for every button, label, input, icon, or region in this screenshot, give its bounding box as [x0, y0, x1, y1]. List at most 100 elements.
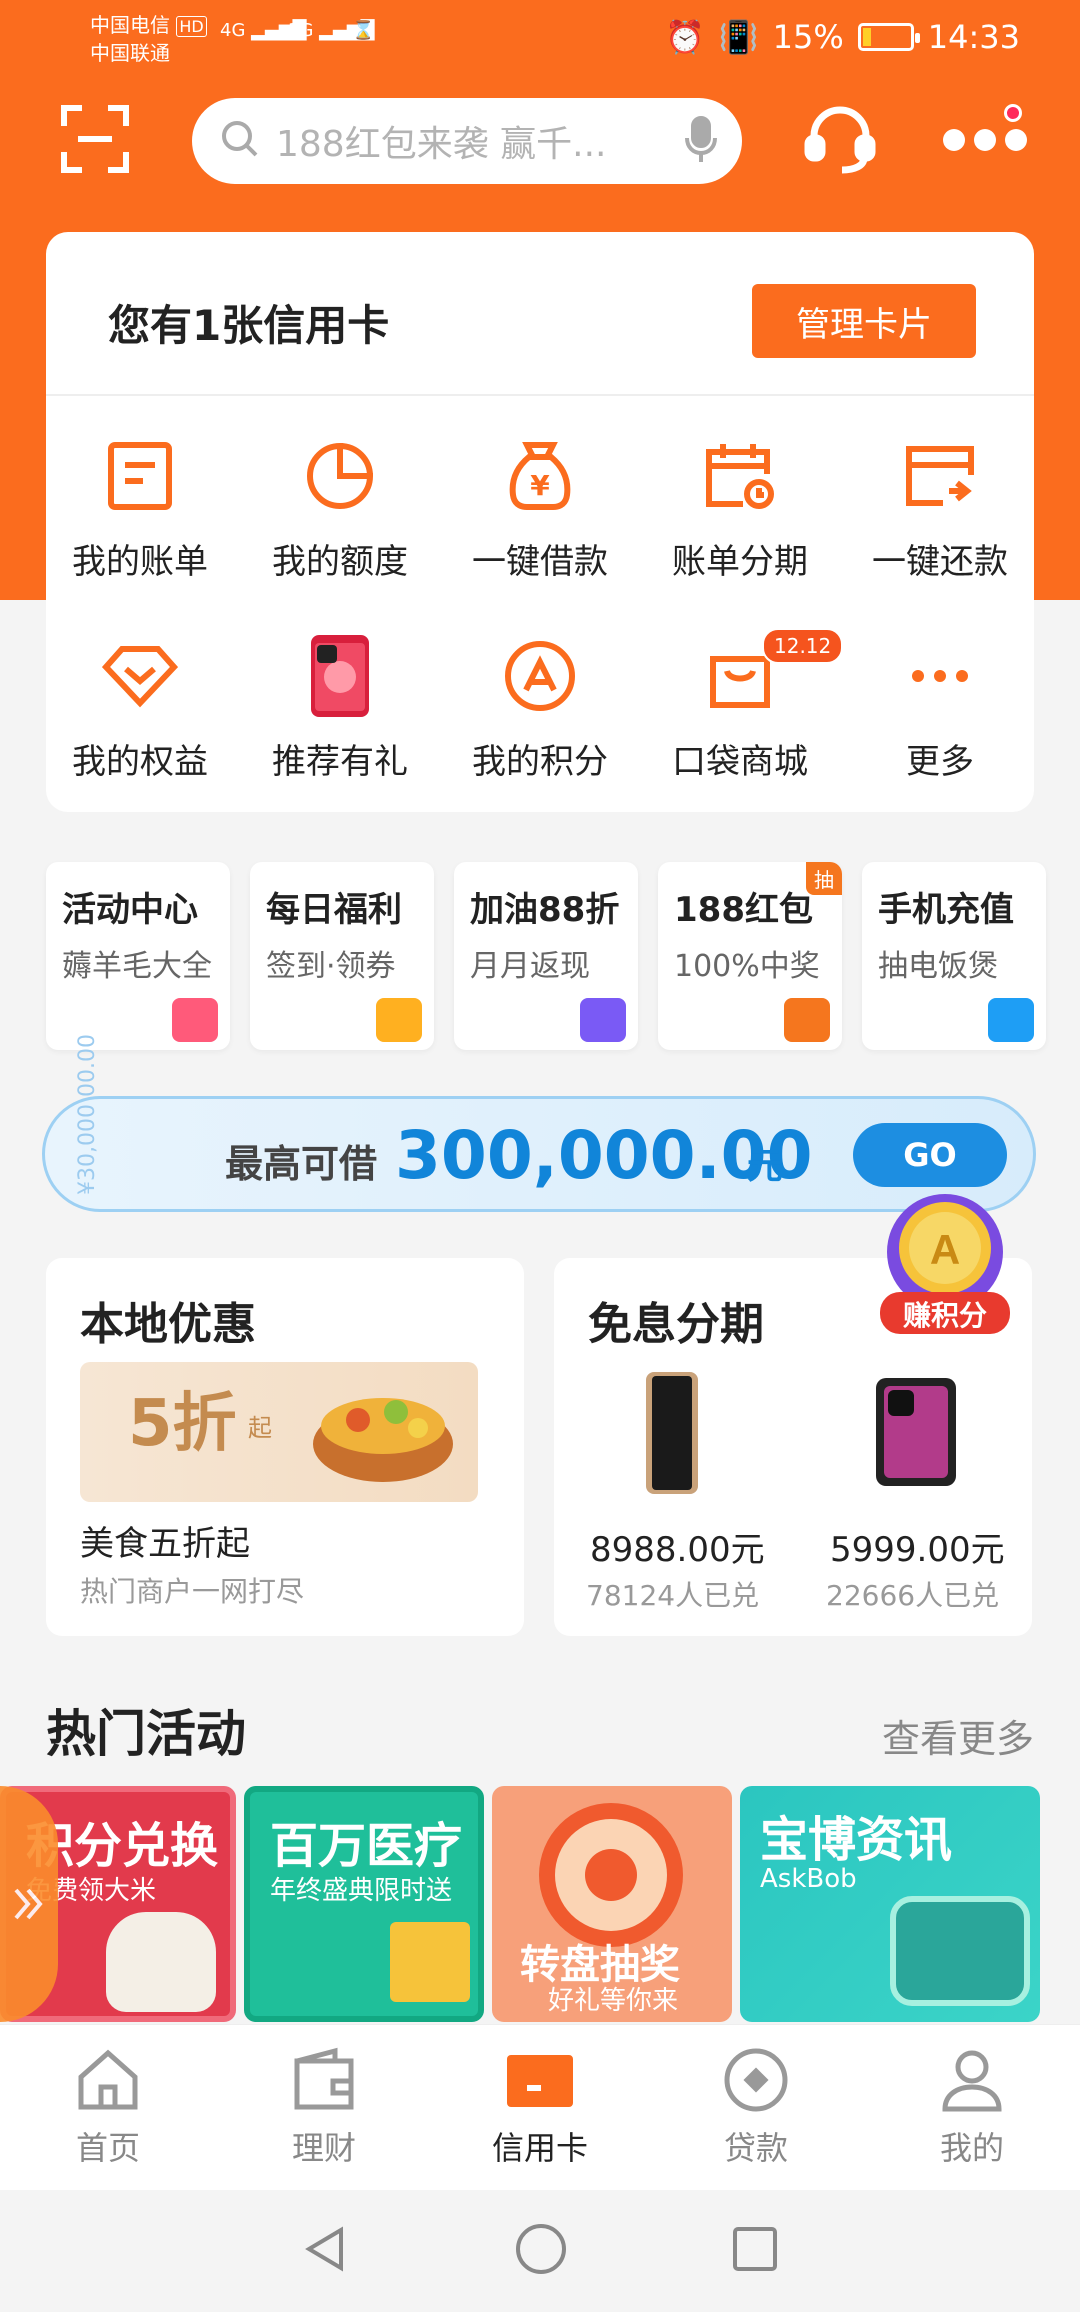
manage-cards-button[interactable]: 管理卡片 [752, 284, 976, 358]
activity-askbob[interactable]: 宝博资讯 AskBob [740, 1786, 1040, 2022]
local-offers-sub: 热门商户一网打尽 [80, 1575, 305, 1608]
nav-credit-card[interactable]: 信用卡 [432, 2025, 648, 2190]
bill-icon [100, 436, 180, 516]
nav-mine[interactable]: 我的 [864, 2025, 1080, 2190]
pie-chart-icon [300, 436, 380, 516]
my-limit-button[interactable]: 我的额度 [240, 436, 440, 583]
more-functions-button[interactable]: 更多 [840, 636, 1040, 783]
wheel-icon [536, 1800, 686, 1954]
credit-card-icon [505, 2047, 575, 2117]
more-menu-icon[interactable] [940, 120, 1030, 160]
bill-installment-button[interactable]: 账单分期 [640, 436, 840, 583]
iphone-11-icon [874, 1376, 958, 1492]
alarm-icon: ⏰ [664, 18, 705, 56]
rice-bag-icon [106, 1912, 216, 2012]
divider [46, 394, 1034, 396]
local-offers-card[interactable]: 本地优惠 5折 起 美食五折起 热门商户一网打尽 [46, 1258, 524, 1636]
gift-icon [376, 998, 422, 1042]
recents-icon[interactable] [731, 2225, 779, 2277]
nav-loan[interactable]: 贷款 [648, 2025, 864, 2190]
iphone-xs-icon [644, 1370, 700, 1500]
search-placeholder: 188红包来袭 赢千... [276, 124, 607, 165]
fuel-icon [580, 998, 626, 1042]
bottom-navigation: 首页 理财 信用卡 贷款 我的 [0, 2024, 1080, 2190]
battery-icon [857, 23, 920, 51]
nav-finance[interactable]: 理财 [216, 2025, 432, 2190]
promo-tiles: 活动中心 薅羊毛大全 每日福利 签到·领券 加油88折 月月返现 抽 188红包… [46, 862, 1046, 1050]
calendar-clock-icon [700, 436, 780, 516]
battery-percent: 15% [772, 18, 844, 56]
phone-icon [300, 635, 380, 717]
tile-fuel-discount[interactable]: 加油88折 月月返现 [454, 862, 638, 1050]
home-icon [75, 2047, 141, 2117]
view-more-link[interactable]: 查看更多 [882, 1708, 1034, 1763]
side-expand-tab[interactable] [0, 1786, 58, 2022]
discount-small: 起 [248, 1414, 272, 1442]
microphone-icon[interactable] [684, 116, 718, 168]
installment-title: 免息分期 [588, 1299, 764, 1350]
user-icon [939, 2047, 1005, 2117]
carrier-2: 中国联通 [90, 41, 170, 65]
function-grid-row-1: 我的账单 我的额度 ¥ 一键借款 账单分期 一键还款 [0, 436, 1080, 583]
earn-points-float[interactable]: A 赚积分 [872, 1190, 1018, 1338]
red-packet-icon [784, 998, 830, 1042]
more-dots-icon [900, 636, 980, 716]
notification-dot [1004, 104, 1022, 122]
search-bar[interactable]: 188红包来袭 赢千... [192, 98, 742, 184]
activity-medical[interactable]: 百万医疗 年终盛典限时送 [244, 1786, 484, 2022]
banner-background-text: ¥30,000 00.00 [75, 1034, 100, 1195]
diamond-icon [100, 636, 180, 716]
price-2: 5999.00元 [830, 1530, 1005, 1570]
my-rights-button[interactable]: 我的权益 [40, 636, 240, 783]
hot-activities-title: 热门活动 [46, 1705, 246, 1763]
quick-loan-button[interactable]: ¥ 一键借款 [440, 436, 640, 583]
status-bar: 中国电信 HD 中国联通 4G ▂▄▆█ 3G ▂▄▆█ ⌛ ⏰ 📳 15% 1… [0, 0, 1080, 80]
discount-big: 5折 [128, 1387, 237, 1461]
hourglass-icon: ⌛ [352, 20, 375, 41]
carrier-1: 中国电信 [90, 13, 170, 37]
activity-wheel-lottery[interactable]: 转盘抽奖 好礼等你来 [492, 1786, 732, 2022]
wallet-icon [172, 998, 218, 1042]
earn-points-label: 赚积分 [902, 1299, 987, 1332]
customer-service-icon[interactable] [800, 100, 880, 180]
loan-icon [723, 2047, 789, 2117]
vibrate-icon: 📳 [718, 18, 759, 56]
referral-button[interactable]: 推荐有礼 [240, 635, 440, 783]
tile-phone-recharge[interactable]: 手机充值 抽电饭煲 [862, 862, 1046, 1050]
card-repay-icon [900, 436, 980, 516]
lightning-icon [988, 998, 1034, 1042]
count-2: 22666人已兑 [826, 1579, 1000, 1612]
home-circle-icon[interactable] [514, 2222, 568, 2280]
loan-label: 最高可借 [225, 1142, 378, 1186]
points-icon [500, 636, 580, 716]
status-right: ⏰ 📳 15% 14:33 [665, 18, 1020, 56]
lottery-tag: 抽 [806, 862, 842, 895]
wallet-icon [291, 2047, 357, 2117]
local-offers-title: 本地优惠 [80, 1299, 256, 1350]
tile-red-packet[interactable]: 抽 188红包 100%中奖 [658, 862, 842, 1050]
nav-home[interactable]: 首页 [0, 2025, 216, 2190]
back-icon[interactable] [301, 2224, 351, 2278]
tile-daily-welfare[interactable]: 每日福利 签到·领券 [250, 862, 434, 1050]
count-1: 78124人已兑 [586, 1579, 760, 1612]
my-points-button[interactable]: 我的积分 [440, 636, 640, 783]
gift-box-icon [390, 1922, 470, 2002]
local-offers-desc: 美食五折起 [80, 1524, 250, 1564]
hd-badge: HD [176, 16, 207, 37]
search-icon [220, 119, 260, 163]
carrier-info: 中国电信 HD 中国联通 [90, 12, 207, 66]
hot-activities-row: 积分兑换 免费领大米 百万医疗 年终盛典限时送 转盘抽奖 好礼等你来 宝博资讯 … [0, 1786, 1080, 2022]
mall-badge: 12.12 [762, 628, 844, 664]
pocket-mall-button[interactable]: 12.12 口袋商城 [640, 628, 844, 783]
tv-icon [890, 1896, 1030, 2006]
quick-repay-button[interactable]: 一键还款 [840, 436, 1040, 583]
loan-unit: 元 [747, 1146, 784, 1187]
my-bill-button[interactable]: 我的账单 [40, 436, 240, 583]
function-grid-row-2: 我的权益 推荐有礼 我的积分 12.12 口袋商城 更多 [0, 628, 1080, 783]
tile-activity-center[interactable]: 活动中心 薅羊毛大全 [46, 862, 230, 1050]
system-navigation [0, 2190, 1080, 2312]
food-bowl-icon [308, 1364, 458, 1498]
scan-icon[interactable] [60, 104, 130, 174]
go-button[interactable]: GO [853, 1123, 1007, 1187]
price-1: 8988.00元 [590, 1530, 765, 1570]
